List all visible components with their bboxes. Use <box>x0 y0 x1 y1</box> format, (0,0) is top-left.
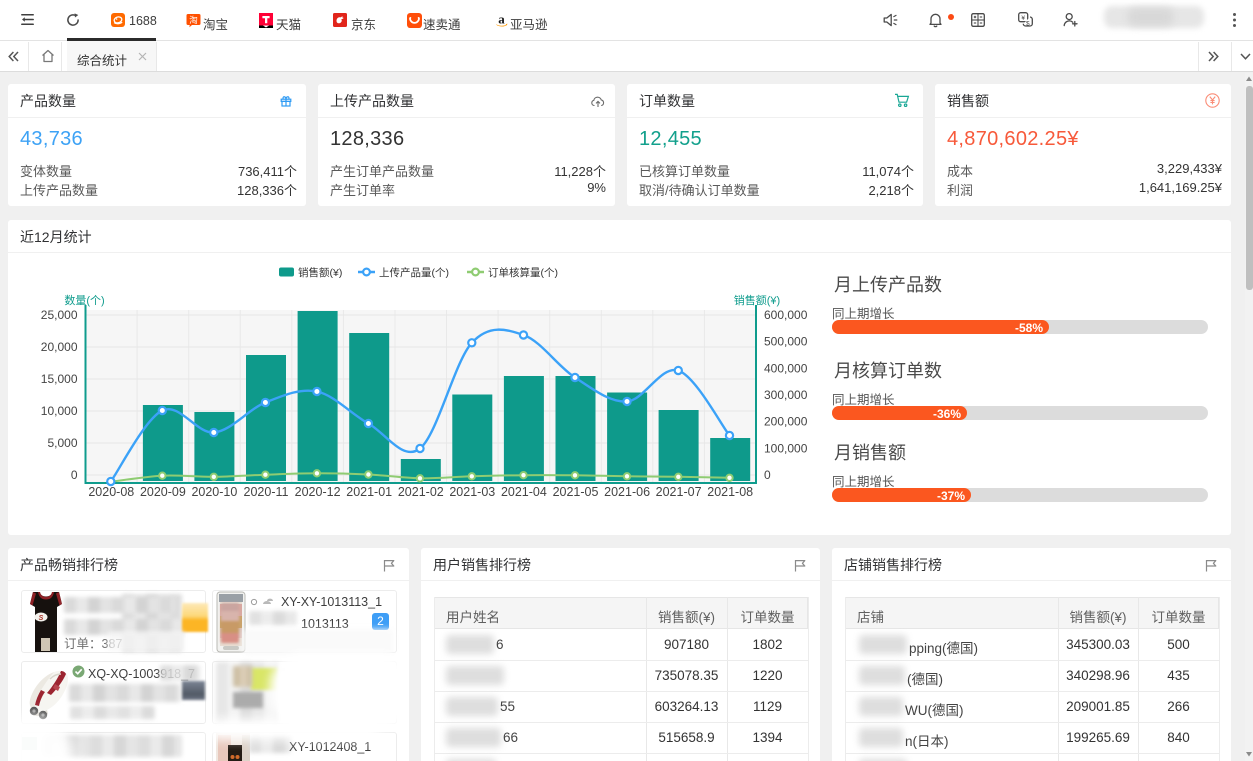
svg-text:5,000: 5,000 <box>47 436 77 450</box>
svg-text:15,000: 15,000 <box>41 372 78 386</box>
svg-text:2020-10: 2020-10 <box>191 485 237 499</box>
svg-text:2020-09: 2020-09 <box>140 485 186 499</box>
svg-text:上传产品量(个): 上传产品量(个) <box>379 266 449 279</box>
svg-text:20,000: 20,000 <box>41 340 78 354</box>
svg-text:2021-07: 2021-07 <box>656 485 702 499</box>
svg-text:10,000: 10,000 <box>41 404 78 418</box>
svg-text:a: a <box>498 13 505 27</box>
svg-text:500,000: 500,000 <box>764 335 808 349</box>
svg-text:600,000: 600,000 <box>764 308 808 322</box>
svg-text:25,000: 25,000 <box>41 308 78 322</box>
svg-text:2021-04: 2021-04 <box>501 485 547 499</box>
svg-text:300,000: 300,000 <box>764 388 808 402</box>
svg-text:销售额(¥): 销售额(¥) <box>734 293 780 307</box>
svg-text:0: 0 <box>764 468 771 482</box>
svg-text:2021-01: 2021-01 <box>346 485 392 499</box>
svg-text:S: S <box>39 615 44 622</box>
svg-text:100,000: 100,000 <box>764 441 808 455</box>
svg-text:200,000: 200,000 <box>764 415 808 429</box>
svg-text:2020-11: 2020-11 <box>244 485 289 499</box>
svg-text:$: $ <box>1026 20 1030 27</box>
svg-text:淘: 淘 <box>189 15 198 25</box>
svg-text:订单核算量(个): 订单核算量(个) <box>488 266 558 279</box>
svg-text:2021-03: 2021-03 <box>449 485 495 499</box>
svg-text:销售额(¥): 销售额(¥) <box>298 266 342 279</box>
svg-text:0: 0 <box>71 468 78 482</box>
svg-text:2021-08: 2021-08 <box>707 485 753 499</box>
svg-text:2021-02: 2021-02 <box>398 485 444 499</box>
svg-text:2021-06: 2021-06 <box>604 485 650 499</box>
svg-text:2020-12: 2020-12 <box>295 485 341 499</box>
svg-text:¥: ¥ <box>1021 15 1025 22</box>
svg-text:2021-05: 2021-05 <box>553 485 599 499</box>
svg-text:2020-08: 2020-08 <box>88 485 134 499</box>
svg-text:400,000: 400,000 <box>764 361 808 375</box>
svg-text:数量(个): 数量(个) <box>64 294 104 307</box>
